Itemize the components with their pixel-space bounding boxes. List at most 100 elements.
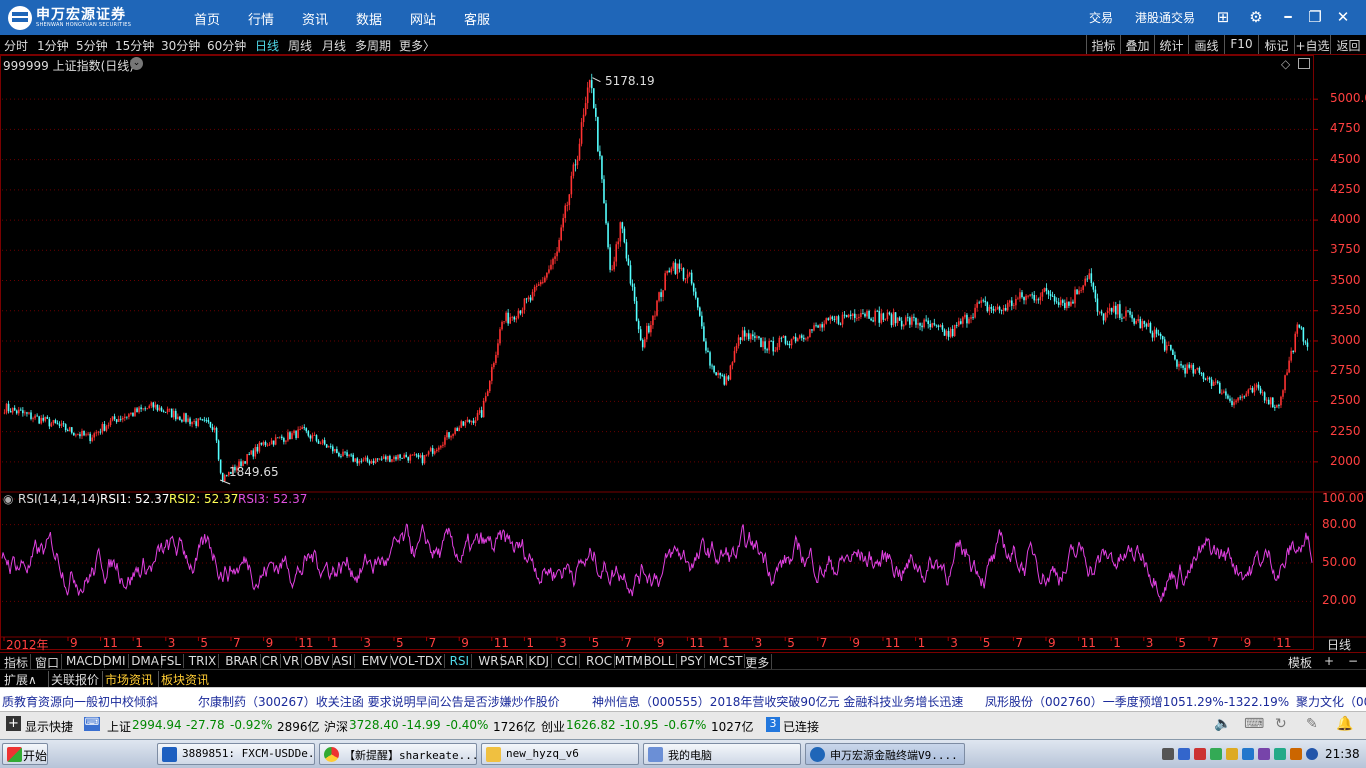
indicator-tab-cci[interactable]: CCI (555, 654, 581, 668)
period-tab[interactable]: 1分钟 (37, 37, 69, 54)
tool-f10[interactable]: F10 (1224, 35, 1258, 54)
period-tab[interactable]: 分时 (4, 37, 28, 54)
plus-icon[interactable]: + (6, 716, 21, 731)
refresh-icon[interactable]: ↻ (1275, 716, 1287, 732)
taskbar-item[interactable]: new_hyzq_v6 (481, 743, 639, 765)
candle-body (193, 421, 195, 422)
indicator-tab-asi[interactable]: ASI (331, 654, 356, 668)
market-news-tab[interactable]: 市场资讯 (102, 671, 153, 688)
bell-icon[interactable]: 🔔 (1336, 716, 1353, 732)
nav-hk-trade[interactable]: 港股通交易 (1135, 9, 1195, 26)
candle-body (1214, 381, 1217, 383)
keyboard-icon[interactable]: ⌨ (1244, 716, 1264, 732)
indicator-tab-mcst[interactable]: MCST (707, 654, 746, 668)
taskbar-item-active[interactable]: 申万宏源金融终端V9.... (805, 743, 965, 765)
tool-mark[interactable]: 标记 (1258, 35, 1294, 54)
nav-home[interactable]: 首页 (194, 9, 220, 28)
indicator-tab-vr[interactable]: VR (281, 654, 303, 668)
candle-body (1221, 392, 1223, 394)
indicator-tab-emv[interactable]: EMV (360, 654, 391, 668)
remove-indicator-button[interactable]: − (1346, 654, 1360, 668)
period-tab[interactable]: 30分钟 (161, 37, 200, 54)
tray-icon[interactable] (1210, 748, 1222, 760)
ticker-item[interactable]: 质教育资源向一般初中校倾斜 (2, 693, 158, 710)
nav-trade[interactable]: 交易 (1089, 9, 1113, 26)
period-tab-more[interactable]: 更多〉 (399, 37, 435, 54)
tool-add-favorite[interactable]: +自选 (1294, 35, 1330, 54)
sector-news-tab[interactable]: 板块资讯 (158, 671, 209, 688)
nav-quotes[interactable]: 行情 (248, 9, 274, 28)
tray-icon[interactable] (1162, 748, 1174, 760)
taskbar-item[interactable]: 【新提醒】sharkeate... (319, 743, 477, 765)
rsi-collapse-icon[interactable]: ◉ (3, 492, 13, 506)
ticker-item[interactable]: 聚力文化（00 (1296, 693, 1366, 710)
candle-body (452, 433, 454, 437)
period-tab[interactable]: 60分钟 (207, 37, 246, 54)
nav-site[interactable]: 网站 (410, 9, 436, 28)
taskbar-item[interactable]: 我的电脑 (643, 743, 801, 765)
indicator-tab-kdj[interactable]: KDJ (526, 654, 553, 668)
keyboard-icon[interactable]: ⌨ (84, 717, 100, 731)
candle-body (874, 310, 876, 322)
indicator-tab-dmi[interactable]: DMI (100, 654, 129, 668)
speaker-icon[interactable]: 🔈 (1214, 716, 1231, 732)
candle-body (1227, 395, 1229, 399)
gear-icon[interactable]: ⚙ (1245, 6, 1267, 28)
tool-indicator[interactable]: 指标 (1086, 35, 1120, 54)
tray-icon[interactable] (1274, 748, 1286, 760)
tray-icon[interactable] (1242, 748, 1254, 760)
add-indicator-button[interactable]: + (1322, 654, 1336, 668)
close-icon[interactable]: ✕ (1332, 6, 1354, 28)
indicator-tab-cr[interactable]: CR (260, 654, 282, 668)
minimize-icon[interactable]: ━ (1277, 6, 1299, 28)
diamond-icon[interactable]: ◇ (1281, 57, 1290, 71)
shortcut-label[interactable]: 显示快捷 (25, 718, 73, 735)
chevron-down-icon[interactable]: ⌄ (130, 57, 143, 70)
indicator-tab-rsi[interactable]: RSI (448, 654, 473, 668)
tray-icon[interactable] (1178, 748, 1190, 760)
indicator-tab-sar[interactable]: SAR (498, 654, 527, 668)
period-tab[interactable]: 5分钟 (76, 37, 108, 54)
restore-icon[interactable]: ❐ (1304, 6, 1326, 28)
tool-draw[interactable]: 画线 (1188, 35, 1224, 54)
period-tab[interactable]: 15分钟 (115, 37, 154, 54)
related-quotes-tab[interactable]: 关联报价 (48, 671, 99, 688)
tray-icon[interactable] (1290, 748, 1302, 760)
tray-icon[interactable] (1194, 748, 1206, 760)
indicator-tab-psy[interactable]: PSY (678, 654, 706, 668)
expand-tab[interactable]: 扩展∧ (4, 671, 37, 688)
indicator-tab-roc[interactable]: ROC (584, 654, 616, 668)
start-button[interactable]: 开始 (2, 743, 48, 765)
kline-chart[interactable] (0, 55, 1366, 652)
nav-news[interactable]: 资讯 (302, 9, 328, 28)
indicator-tab-brar[interactable]: BRAR (223, 654, 261, 668)
time-tick-label: 9 (852, 636, 861, 650)
period-tab[interactable]: 周线 (288, 37, 312, 54)
grid-menu-icon[interactable]: ⊞ (1212, 6, 1234, 28)
tools-icon[interactable]: ✎ (1306, 716, 1318, 732)
time-tick-label: 9 (1243, 636, 1252, 650)
indicator-tab-boll[interactable]: BOLL (642, 654, 678, 668)
tool-stats[interactable]: 统计 (1154, 35, 1188, 54)
tool-back[interactable]: 返回 (1330, 35, 1366, 54)
bluetooth-icon[interactable] (1306, 748, 1318, 760)
nav-service[interactable]: 客服 (464, 9, 490, 28)
indicator-tab-fsl[interactable]: FSL (158, 654, 184, 668)
tray-icon[interactable] (1258, 748, 1270, 760)
candle-body (1006, 302, 1009, 311)
indicator-tab-obv[interactable]: OBV (302, 654, 333, 668)
period-tab-active[interactable]: 日线 (255, 37, 279, 54)
period-tab[interactable]: 多周期 (355, 37, 391, 54)
tray-icon[interactable] (1226, 748, 1238, 760)
indicator-tab-vol-tdx[interactable]: VOL-TDX (388, 654, 446, 668)
period-tab[interactable]: 月线 (322, 37, 346, 54)
indicator-tab-trix[interactable]: TRIX (187, 654, 220, 668)
nav-data[interactable]: 数据 (356, 9, 382, 28)
taskbar-item[interactable]: 3889851: FXCM-USDDe... (157, 743, 315, 765)
indicator-tab-macd[interactable]: MACD (64, 654, 105, 668)
ticker-item[interactable]: 尔康制药（300267）收关注函 要求说明早间公告是否涉嫌炒作股价 (198, 693, 560, 710)
panel-icon[interactable] (1298, 58, 1310, 69)
ticker-item[interactable]: 神州信息（000555）2018年营收突破90亿元 金融科技业务增长迅速 (592, 693, 963, 710)
tool-overlay[interactable]: 叠加 (1120, 35, 1154, 54)
ticker-item[interactable]: 凤形股份（002760）一季度预增1051.29%-1322.19% (985, 693, 1289, 710)
